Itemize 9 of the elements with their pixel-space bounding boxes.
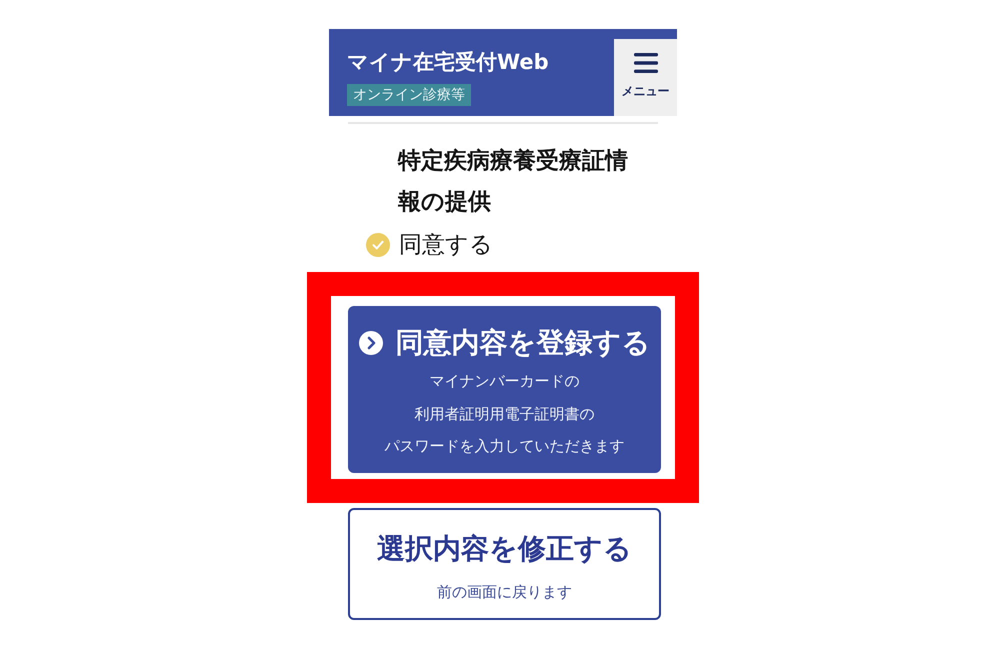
chevron-circle-icon [358, 331, 382, 355]
app-title: マイナ在宅受付Web [347, 49, 549, 76]
menu-icon [634, 53, 658, 73]
consent-answer-label: 同意する [399, 231, 493, 260]
edit-selection-button[interactable]: 選択内容を修正する 前の画面に戻ります [348, 508, 661, 620]
category-badge: オンライン診療等 [347, 84, 471, 106]
consent-item-title: 特定疾病療養受療証情報の提供 [398, 147, 629, 217]
menu-button[interactable]: メニュー [614, 39, 677, 116]
register-consent-button[interactable]: 同意内容を登録する マイナンバーカードの 利用者証明用電子証明書の パスワードを入力していただきます [348, 306, 661, 472]
